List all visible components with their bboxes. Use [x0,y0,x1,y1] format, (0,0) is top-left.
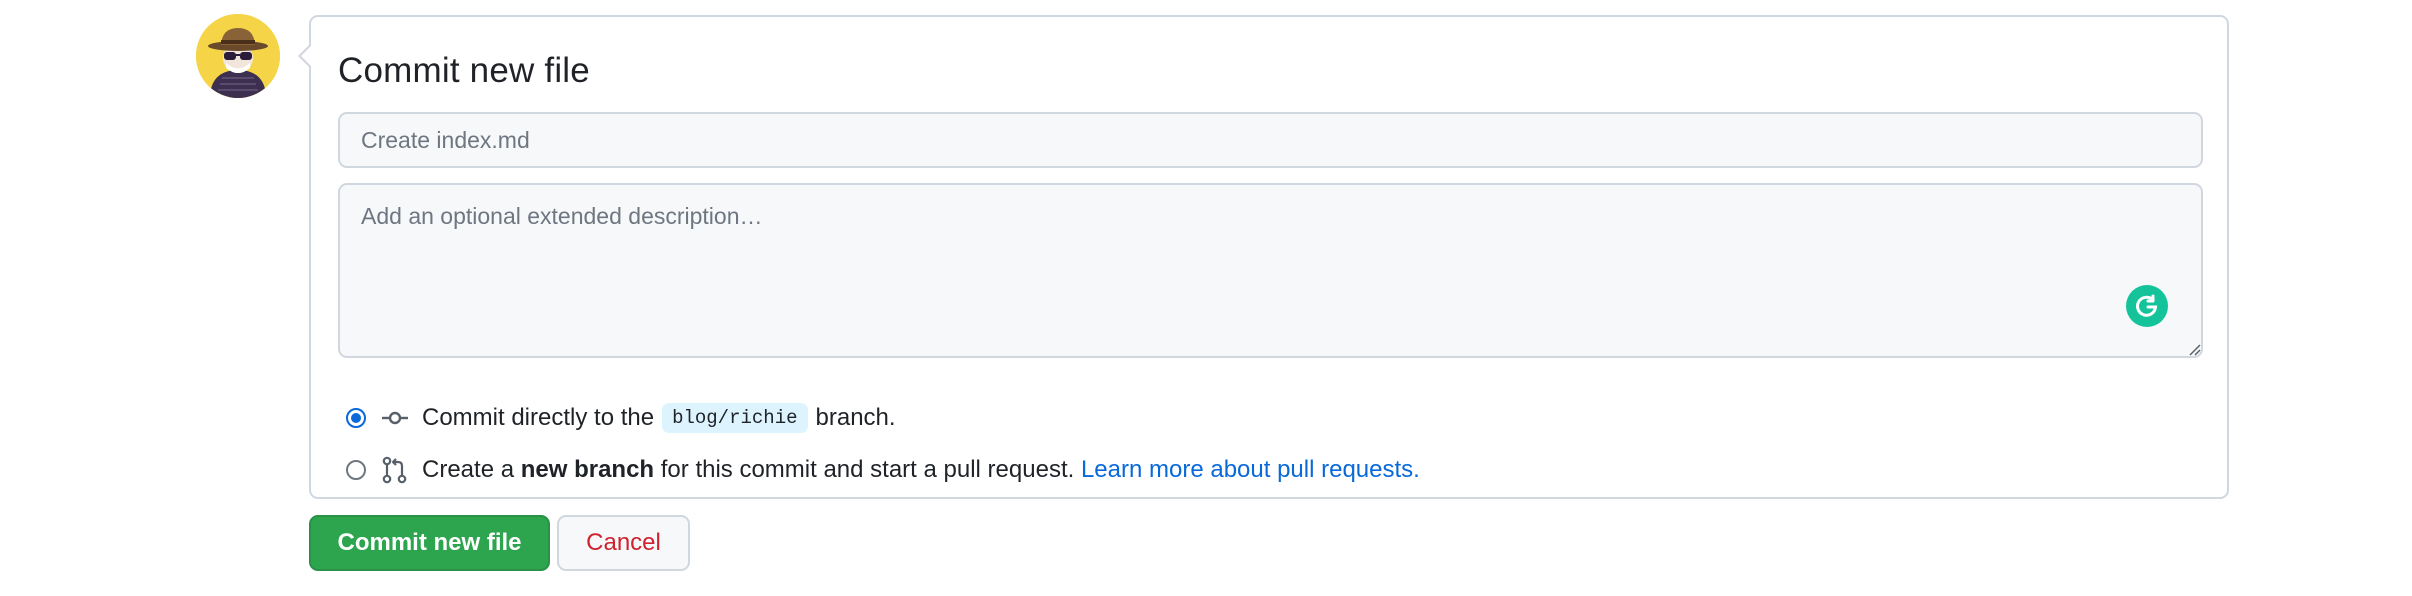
commit-new-file-button[interactable]: Commit new file [309,515,550,571]
speech-caret-inner [301,45,312,67]
new-branch-middle: for this commit and start a pull request… [660,456,1075,483]
branch-name-badge: blog/richie [662,403,808,433]
commit-form-box: Commit new file Commit dire [298,15,2229,499]
commit-form-title: Commit new file [338,51,590,90]
cancel-button[interactable]: Cancel [557,515,690,571]
commit-direct-radio[interactable] [346,408,366,428]
new-branch-prefix: Create a [422,456,515,483]
commit-summary-input[interactable] [338,112,2203,168]
commit-direct-suffix: branch. [815,404,896,431]
commit-page: Commit new file Commit dire [0,0,2412,596]
user-avatar[interactable] [196,14,280,98]
resize-handle-icon[interactable] [2187,342,2201,356]
learn-more-pull-requests-link[interactable]: Learn more about pull requests. [1081,456,1420,484]
new-branch-bold: new branch [520,456,655,483]
commit-description-textarea[interactable] [338,183,2203,358]
git-commit-icon [380,403,410,433]
new-branch-radio[interactable] [346,460,366,480]
git-pull-request-icon [380,455,410,485]
avatar-illustration [196,14,280,98]
grammarly-icon[interactable] [2126,285,2168,327]
commit-direct-prefix: Commit directly to the [422,404,655,431]
new-branch-option[interactable]: Create a new branch for this commit and … [346,453,1420,487]
commit-direct-option[interactable]: Commit directly to the blog/richie branc… [346,401,896,435]
